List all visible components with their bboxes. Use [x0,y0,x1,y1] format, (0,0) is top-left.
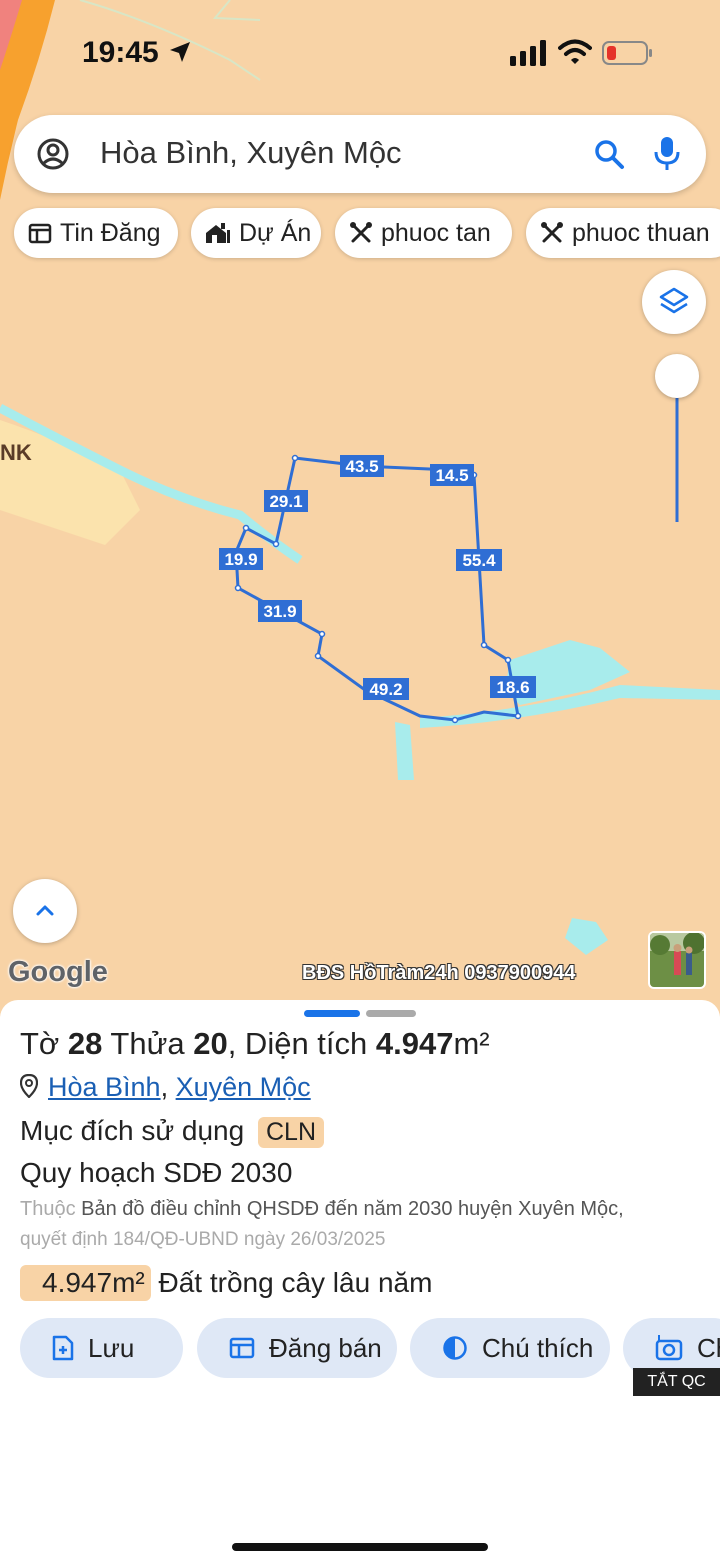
parcel-title: Tờ 28 Thửa 20, Diện tích 4.947m² [20,1026,490,1061]
svg-text:55.4: 55.4 [462,551,496,570]
sheet-number: 28 [67,1026,103,1061]
listing-icon [229,1337,255,1359]
camera-add-icon [655,1335,683,1361]
edge-label: 49.2 [363,678,409,700]
location-commune-link[interactable]: Hòa Bình [48,1072,161,1102]
map-pin-icon [19,1073,39,1099]
plan-note-line-1: Thuộc Bản đồ điều chỉnh QHSDĐ đến năm 20… [20,1198,624,1220]
microphone-icon[interactable] [652,135,682,173]
chip-label: Dự Án [239,218,312,247]
parcel-info-sheet[interactable]: Tờ 28 Thửa 20, Diện tích 4.947m² Hòa Bìn… [0,1000,720,1564]
add-document-icon [52,1335,74,1361]
chevron-up-icon [36,905,54,916]
cellular-signal-icon [510,40,546,66]
listing-icon [28,223,52,244]
layers-button[interactable] [642,270,706,334]
edge-label: 29.1 [264,490,308,512]
land-purpose-badge: CLN [257,1117,324,1148]
edge-label: 43.5 [340,455,384,477]
land-purpose-row: Mục đích sử dụng CLN [20,1115,324,1148]
location-row: Hòa Bình, Xuyên Mộc [19,1072,311,1103]
chip-phuoc-thuan[interactable]: phuoc thuan [526,208,720,258]
map-view[interactable]: 43.5 14.5 29.1 19.9 55.4 31.9 49.2 18.6 … [0,0,720,1005]
chip-label: Tin Đăng [60,218,161,247]
sheet-page-indicator-active[interactable] [304,1010,360,1017]
svg-text:31.9: 31.9 [263,602,296,621]
location-district-link[interactable]: Xuyên Mộc [176,1072,311,1102]
svg-text:29.1: 29.1 [269,492,302,511]
legend-button[interactable]: Chú thích [410,1318,610,1378]
edge-label: 18.6 [490,676,536,698]
watermark: BĐS HồTràm24h 0937900944 [302,962,576,984]
location-arrow-icon [170,42,190,62]
post-sale-button[interactable]: Đăng bán [197,1318,397,1378]
svg-text:18.6: 18.6 [496,678,529,697]
search-icon[interactable] [592,137,626,171]
account-icon[interactable] [36,137,70,171]
edge-label: 19.9 [219,548,263,570]
expand-button[interactable] [13,879,77,943]
edge-label: 14.5 [430,464,474,486]
plan-area-badge: 4.947m² [20,1265,151,1301]
plan-note-line-2: quyết định 184/QĐ-UBND ngày 26/03/2025 [20,1229,386,1250]
chip-du-an[interactable]: Dự Án [191,208,321,258]
edge-label: 55.4 [456,549,502,571]
tools-icon [541,222,563,243]
edge-label: 31.9 [258,600,302,622]
google-logo: Google [8,956,108,988]
tools-icon [350,222,372,243]
search-bar[interactable]: Hòa Bình, Xuyên Mộc [14,115,706,193]
status-bar: 19:45 [0,0,720,100]
chip-tin-dang[interactable]: Tin Đăng [14,208,178,258]
layers-icon [659,287,689,314]
svg-text:49.2: 49.2 [369,680,402,699]
zoom-slider-handle[interactable] [655,354,699,398]
chip-label: phuoc tan [381,218,491,247]
zone-label: NK [0,440,32,465]
building-icon [206,223,230,243]
save-button[interactable]: Lưu [20,1318,183,1378]
svg-text:43.5: 43.5 [345,457,378,476]
sheet-page-indicator[interactable] [366,1010,416,1017]
area-value: 4.947 [375,1026,454,1061]
parcel-number: 20 [193,1026,228,1061]
plan-area-row: 4.947m² Đất trồng cây lâu năm [20,1265,432,1301]
plan-title: Quy hoạch SDĐ 2030 [20,1157,293,1188]
battery-low-icon [602,41,652,65]
hide-ads-badge[interactable]: TẮT QC [633,1368,720,1396]
svg-text:19.9: 19.9 [224,550,257,569]
chip-label: phuoc thuan [572,218,710,247]
svg-text:14.5: 14.5 [435,466,468,485]
street-view-thumbnail[interactable] [648,931,706,989]
search-input[interactable]: Hòa Bình, Xuyên Mộc [100,135,402,171]
photo-preview [650,933,704,987]
contrast-icon [443,1336,467,1360]
status-time: 19:45 [82,36,159,69]
wifi-icon [558,39,592,64]
chip-phuoc-tan[interactable]: phuoc tan [335,208,512,258]
home-indicator[interactable] [232,1543,488,1551]
plan-land-type: Đất trồng cây lâu năm [158,1267,433,1298]
